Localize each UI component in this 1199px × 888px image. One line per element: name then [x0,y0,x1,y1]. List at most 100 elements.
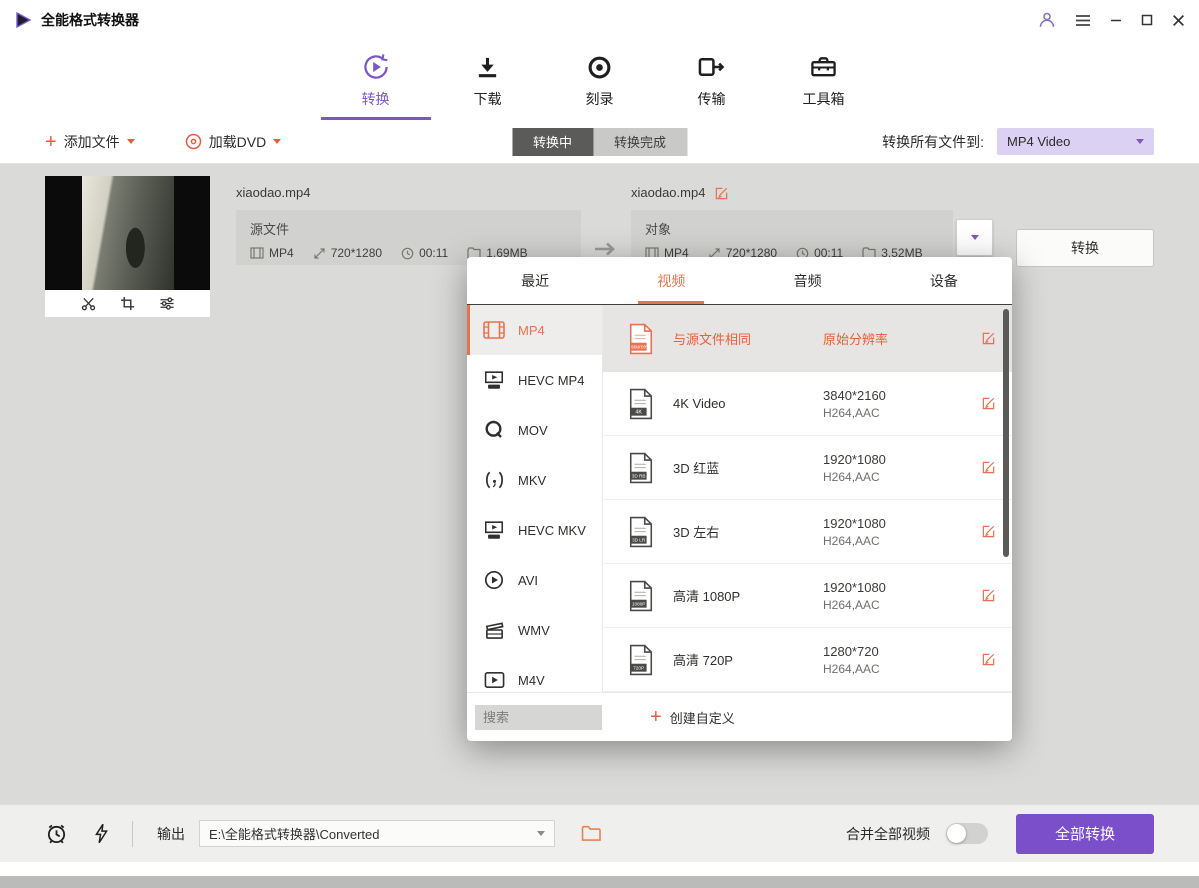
merge-toggle[interactable] [946,823,988,844]
format-item-mkv[interactable]: MKV [467,455,602,505]
convert-all-button[interactable]: 全部转换 [1016,814,1154,854]
preset-3d-left-right[interactable]: 3D LR 3D 左右 1920*1080 H264,AAC [603,500,1012,564]
create-custom-button[interactable]: + 创建自定义 [650,708,735,727]
preset-edit-button[interactable] [981,652,996,667]
search-input[interactable] [475,705,602,730]
app-logo-icon [14,11,32,29]
format-picker-body: MP4 HEVC MP4 MOV [467,305,1012,692]
preset-3d-red-blue[interactable]: 3D RB 3D 红蓝 1920*1080 H264,AAC [603,436,1012,500]
format-item-m4v[interactable]: M4V [467,655,602,692]
arrow-right-icon [593,240,619,258]
edit-pencil-icon [981,331,996,346]
load-dvd-button[interactable]: 加载DVD [185,132,282,152]
burn-disc-icon [587,52,612,82]
format-item-hevc-mkv[interactable]: HEVC MKV [467,505,602,555]
format-dropdown-button[interactable] [956,219,993,256]
format-icon [250,247,264,259]
preset-specs: 1920*1080 H264,AAC [823,516,943,548]
schedule-button[interactable] [45,822,68,845]
minimize-button[interactable] [1110,14,1122,26]
source-resolution: 720*1280 [313,246,382,260]
format-label: WMV [518,623,550,638]
global-format-select[interactable]: MP4 Video [997,128,1154,155]
performance-button[interactable] [95,823,108,844]
thumbnail-image [82,176,174,290]
app-window: 全能格式转换器 转换 [0,0,1199,888]
source-file-icon: source [627,323,655,355]
preset-file-icon: 3D RB [627,452,655,484]
svg-text:1080P: 1080P [632,601,645,606]
format-label: M4V [518,673,545,688]
tab-convert-label: 转换 [362,89,390,109]
target-section-label: 对象 [645,219,939,238]
format-label: MOV [518,423,548,438]
preset-same-as-source[interactable]: source 与源文件相同 原始分辨率 [603,305,1012,372]
preset-hd-720p[interactable]: 720P 高清 720P 1280*720 H264,AAC [603,628,1012,692]
add-file-button[interactable]: + 添加文件 [45,132,135,152]
tab-video[interactable]: 视频 [603,257,739,304]
preset-edit-button[interactable] [981,331,996,346]
preset-file-icon: 4K [627,388,655,420]
format-item-mov[interactable]: MOV [467,405,602,455]
tab-toolbox[interactable]: 工具箱 [788,52,860,120]
source-filename: xiaodao.mp4 [236,185,581,200]
plus-icon: + [45,134,57,150]
trim-button[interactable] [81,296,96,311]
edit-pencil-icon [981,652,996,667]
chevron-down-icon [273,139,281,144]
source-column: xiaodao.mp4 源文件 MP4 720*1280 [236,176,581,265]
target-column: xiaodao.mp4 对象 MP4 [631,176,993,265]
tab-burn-label: 刻录 [586,89,614,109]
footer-gap [0,862,1199,876]
output-label: 输出 [157,824,185,844]
format-item-hevc-mp4[interactable]: HEVC MP4 [467,355,602,405]
preset-specs: 1920*1080 H264,AAC [823,452,943,484]
tab-converting[interactable]: 转换中 [512,128,593,156]
preset-edit-button[interactable] [981,588,996,603]
preset-hd-1080p[interactable]: 1080P 高清 1080P 1920*1080 H264,AAC [603,564,1012,628]
m4v-icon [482,671,506,689]
tab-recent[interactable]: 最近 [467,257,603,304]
open-folder-button[interactable] [581,825,602,842]
format-item-wmv[interactable]: WMV [467,605,602,655]
tab-burn[interactable]: 刻录 [564,52,636,120]
preset-edit-button[interactable] [981,396,996,411]
tab-audio[interactable]: 音频 [740,257,876,304]
popup-scrollbar[interactable] [1003,309,1009,557]
menu-icon[interactable] [1075,14,1091,27]
output-path-select[interactable] [199,820,555,847]
format-item-mp4[interactable]: MP4 [467,305,602,355]
resolution-icon [313,247,326,260]
effects-button[interactable] [159,296,175,311]
preset-edit-button[interactable] [981,460,996,475]
format-item-avi[interactable]: AVI [467,555,602,605]
tab-download[interactable]: 下载 [452,52,524,120]
close-button[interactable] [1172,14,1185,27]
output-path-input[interactable] [209,826,537,841]
chevron-down-icon [537,831,545,836]
global-format-value: MP4 Video [1007,134,1070,149]
maximize-button[interactable] [1141,14,1153,26]
alarm-clock-icon [45,822,68,845]
tab-transfer[interactable]: 传输 [676,52,748,120]
svg-text:source: source [631,344,646,350]
avi-icon [482,570,506,590]
tab-device[interactable]: 设备 [876,257,1012,304]
rename-button[interactable] [714,186,729,201]
source-duration: 00:11 [401,246,448,260]
wmv-icon [482,620,506,640]
preset-edit-button[interactable] [981,524,996,539]
crop-button[interactable] [120,296,135,311]
tab-convert[interactable]: 转换 [340,52,412,120]
account-icon[interactable] [1038,11,1056,29]
tab-converted[interactable]: 转换完成 [593,128,687,156]
add-file-label: 添加文件 [64,132,120,152]
format-label: MKV [518,473,546,488]
preset-name: 高清 1080P [673,586,823,605]
convert-button[interactable]: 转换 [1016,229,1154,267]
preset-4k-video[interactable]: 4K 4K Video 3840*2160 H264,AAC [603,372,1012,436]
preset-specs: 1920*1080 H264,AAC [823,580,943,612]
format-category-tabs: 最近 视频 音频 设备 [467,257,1012,305]
preset-specs: 3840*2160 H264,AAC [823,388,943,420]
preset-list: source 与源文件相同 原始分辨率 4K [603,305,1012,692]
